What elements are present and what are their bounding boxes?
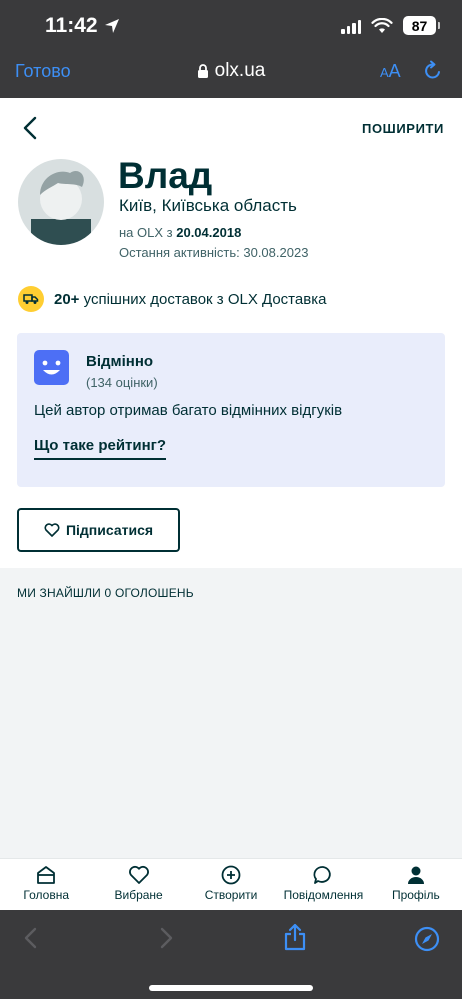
listings-section: МИ ЗНАЙШЛИ 0 ОГОЛОШЕНЬ: [0, 568, 462, 858]
rating-card: Відмінно (134 оцінки) Цей автор отримав …: [17, 333, 445, 487]
truck-icon: [18, 286, 44, 312]
delivery-label: успішних доставок з OLX Доставка: [79, 290, 327, 308]
battery-indicator: 87: [403, 16, 440, 35]
avatar: [18, 159, 104, 245]
nav-profile-label: Профіль: [391, 888, 440, 902]
home-icon: [37, 866, 56, 884]
rating-count: (134 оцінки): [86, 375, 158, 390]
default-avatar-icon: [31, 170, 91, 245]
delivery-stat: 20+ успішних доставок з OLX Доставка: [18, 286, 326, 312]
subscribe-button[interactable]: Підписатися: [17, 508, 180, 552]
nav-home[interactable]: Головна: [0, 859, 92, 910]
nav-home-label: Головна: [23, 888, 69, 902]
back-arrow-icon[interactable]: [20, 115, 42, 141]
lock-icon: [197, 63, 208, 78]
clock: 11:42: [45, 14, 98, 37]
browser-forward-icon[interactable]: [157, 926, 175, 950]
nav-create-label: Створити: [204, 888, 258, 902]
delivery-count: 20+: [54, 290, 80, 308]
reload-icon[interactable]: [422, 60, 444, 82]
nav-create[interactable]: Створити: [185, 859, 277, 910]
signal-icon: [341, 18, 361, 34]
nav-profile[interactable]: Профіль: [370, 859, 462, 910]
plus-circle-icon: [221, 865, 241, 885]
member-since: на OLX з 20.04.2018: [119, 225, 241, 240]
share-sheet-icon[interactable]: [283, 923, 307, 951]
user-icon: [407, 866, 424, 884]
rating-description: Цей автор отримав багато відмінних відгу…: [34, 402, 343, 419]
text-size-small: A: [380, 65, 389, 80]
top-chrome: 11:42 87 Готово olx.ua AA: [0, 0, 462, 98]
nav-favorites-label: Вибране: [114, 888, 163, 902]
text-size-large: A: [388, 61, 401, 81]
member-since-date: 20.04.2018: [176, 225, 242, 240]
subscribe-label: Підписатися: [65, 522, 154, 538]
safari-toolbar: [0, 910, 462, 999]
delivery-text: 20+ успішних доставок з OLX Доставка: [54, 291, 326, 308]
user-location: Київ, Київська область: [119, 196, 297, 215]
status-time: 11:42: [45, 14, 120, 38]
status-indicators: 87: [341, 16, 440, 35]
heart-outline-icon: [44, 523, 60, 537]
nav-messages-label: Повідомлення: [283, 888, 364, 902]
listings-count-heading: МИ ЗНАЙШЛИ 0 ОГОЛОШЕНЬ: [17, 586, 194, 600]
last-activity: Остання активність: 30.08.2023: [119, 245, 309, 260]
compass-icon[interactable]: [414, 926, 440, 952]
share-button[interactable]: ПОШИРИТИ: [362, 121, 444, 136]
heart-icon: [128, 865, 149, 884]
battery-level: 87: [411, 17, 428, 34]
smiley-icon: [34, 350, 69, 385]
url-text: olx.ua: [214, 60, 266, 81]
nav-favorites[interactable]: Вибране: [92, 859, 184, 910]
what-is-rating-link[interactable]: Що таке рейтинг?: [34, 437, 167, 460]
user-name: Влад: [118, 155, 213, 196]
nav-messages[interactable]: Повідомлення: [277, 859, 369, 910]
bottom-nav: Головна Вибране Створити Повідомлення Пр…: [0, 858, 462, 910]
browser-bar: Готово olx.ua AA: [0, 50, 462, 96]
chat-icon: [313, 866, 332, 884]
text-size-button[interactable]: AA: [380, 61, 401, 82]
wifi-icon: [371, 17, 393, 33]
rating-title: Відмінно: [86, 353, 154, 370]
member-since-prefix: на OLX з: [119, 225, 173, 240]
browser-back-icon[interactable]: [22, 926, 40, 950]
home-indicator[interactable]: [149, 985, 313, 991]
location-arrow-icon: [104, 19, 119, 33]
